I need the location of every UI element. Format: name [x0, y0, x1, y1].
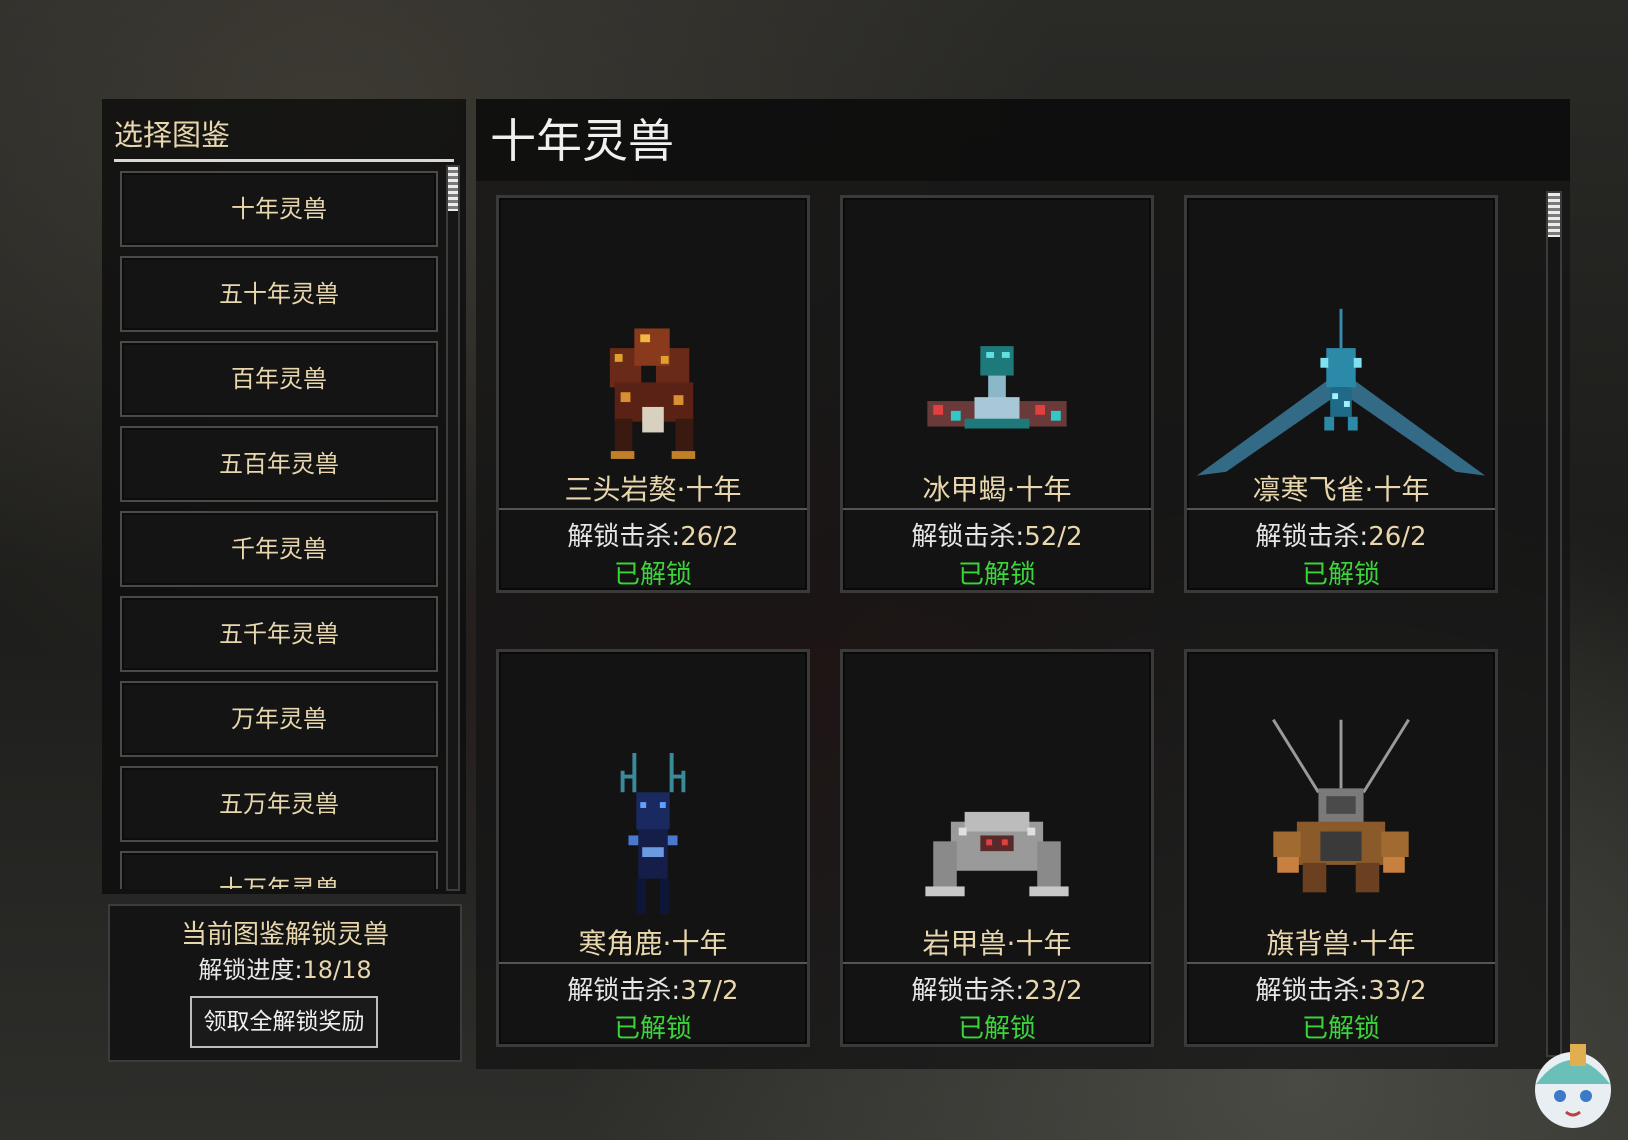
beast-name: 三头岩獒·十年 — [564, 473, 742, 506]
kills-value: 26/2 — [680, 522, 739, 552]
card-divider — [499, 508, 807, 510]
unlock-status: 已解锁 — [1301, 560, 1380, 590]
beast-name: 寒角鹿·十年 — [578, 927, 728, 960]
assistant-avatar-icon[interactable] — [1526, 1036, 1620, 1134]
page-title: 十年灵兽 — [490, 114, 674, 168]
tab-50-year[interactable]: 五十年灵兽 — [120, 256, 438, 332]
card-divider — [843, 962, 1151, 964]
unlock-kills: 解锁击杀:26/2 — [1187, 516, 1495, 553]
beast-card[interactable]: 凛寒飞雀·十年 解锁击杀:26/2 已解锁 — [1184, 195, 1498, 593]
beast-card[interactable]: 旗背兽·十年 解锁击杀:33/2 已解锁 — [1184, 649, 1498, 1047]
selector-scrollbar[interactable] — [446, 165, 460, 891]
kills-value: 52/2 — [1024, 522, 1083, 552]
unlock-progress: 解锁进度:18/18 — [110, 950, 460, 985]
main-scrollbar[interactable] — [1546, 191, 1562, 1057]
unlock-kills: 解锁击杀:23/2 — [843, 970, 1151, 1007]
unlock-kills: 解锁击杀:37/2 — [499, 970, 807, 1007]
main-header: 十年灵兽 — [476, 99, 1570, 181]
beast-card[interactable]: 岩甲兽·十年 解锁击杀:23/2 已解锁 — [840, 649, 1154, 1047]
progress-label: 解锁进度: — [198, 956, 303, 984]
selector-title: 选择图鉴 — [114, 111, 454, 162]
unlock-status: 已解锁 — [613, 560, 692, 590]
beast-card[interactable]: 冰甲蝎·十年 解锁击杀:52/2 已解锁 — [840, 195, 1154, 593]
progress-value: 18/18 — [302, 956, 372, 984]
tab-10-year[interactable]: 十年灵兽 — [120, 171, 438, 247]
frost-sparrow-icon — [1187, 198, 1495, 508]
card-divider — [1187, 962, 1495, 964]
unlock-kills: 解锁击杀:26/2 — [499, 516, 807, 553]
bestiary-tab-list: 十年灵兽 五十年灵兽 百年灵兽 五百年灵兽 千年灵兽 五千年灵兽 万年灵兽 五万… — [120, 171, 438, 889]
selector-scroll-thumb[interactable] — [448, 167, 458, 211]
kills-label: 解锁击杀: — [567, 522, 681, 552]
ice-armor-scorpion-icon — [843, 198, 1151, 508]
unlock-status: 已解锁 — [1301, 1014, 1380, 1044]
kills-label: 解锁击杀: — [1255, 976, 1369, 1006]
unlock-kills: 解锁击杀:33/2 — [1187, 970, 1495, 1007]
bestiary-selector-panel: 选择图鉴 十年灵兽 五十年灵兽 百年灵兽 五百年灵兽 千年灵兽 五千年灵兽 万年… — [102, 99, 466, 894]
unlock-kills: 解锁击杀:52/2 — [843, 516, 1151, 553]
card-divider — [843, 508, 1151, 510]
beast-name: 岩甲兽·十年 — [922, 927, 1072, 960]
flag-back-beast-icon — [1187, 652, 1495, 962]
unlock-status: 已解锁 — [957, 1014, 1036, 1044]
tab-5000-year[interactable]: 五千年灵兽 — [120, 596, 438, 672]
kills-value: 26/2 — [1368, 522, 1427, 552]
kills-value: 33/2 — [1368, 976, 1427, 1006]
kills-label: 解锁击杀: — [567, 976, 681, 1006]
tab-50000-year[interactable]: 五万年灵兽 — [120, 766, 438, 842]
unlock-status: 已解锁 — [613, 1014, 692, 1044]
tab-10000-year[interactable]: 万年灵兽 — [120, 681, 438, 757]
rock-armor-beast-icon — [843, 652, 1151, 962]
unlock-summary-box: 当前图鉴解锁灵兽 解锁进度:18/18 领取全解锁奖励 — [108, 904, 462, 1062]
beast-name: 冰甲蝎·十年 — [922, 473, 1072, 506]
beast-name: 旗背兽·十年 — [1266, 927, 1416, 960]
beast-name: 凛寒飞雀·十年 — [1252, 473, 1430, 506]
tab-500-year[interactable]: 五百年灵兽 — [120, 426, 438, 502]
tab-1000-year[interactable]: 千年灵兽 — [120, 511, 438, 587]
card-divider — [499, 962, 807, 964]
unlock-status: 已解锁 — [957, 560, 1036, 590]
kills-label: 解锁击杀: — [911, 976, 1025, 1006]
tab-100-year[interactable]: 百年灵兽 — [120, 341, 438, 417]
beast-card[interactable]: 三头岩獒·十年 解锁击杀:26/2 已解锁 — [496, 195, 810, 593]
kills-label: 解锁击杀: — [911, 522, 1025, 552]
card-divider — [1187, 508, 1495, 510]
bestiary-main-panel: 十年灵兽 三头岩獒·十年 解锁击杀:26/2 已解锁 冰甲蝎·十年 解锁击杀:5… — [476, 99, 1570, 1069]
main-scroll-thumb[interactable] — [1548, 193, 1560, 237]
tab-100000-year[interactable]: 十万年灵兽 — [120, 851, 438, 889]
claim-all-reward-button[interactable]: 领取全解锁奖励 — [190, 996, 378, 1048]
kills-label: 解锁击杀: — [1255, 522, 1369, 552]
summary-title: 当前图鉴解锁灵兽 — [180, 920, 389, 950]
frost-horn-deer-icon — [499, 652, 807, 962]
three-headed-rock-mastiff-icon — [499, 198, 807, 508]
kills-value: 23/2 — [1024, 976, 1083, 1006]
kills-value: 37/2 — [680, 976, 739, 1006]
beast-card[interactable]: 寒角鹿·十年 解锁击杀:37/2 已解锁 — [496, 649, 810, 1047]
